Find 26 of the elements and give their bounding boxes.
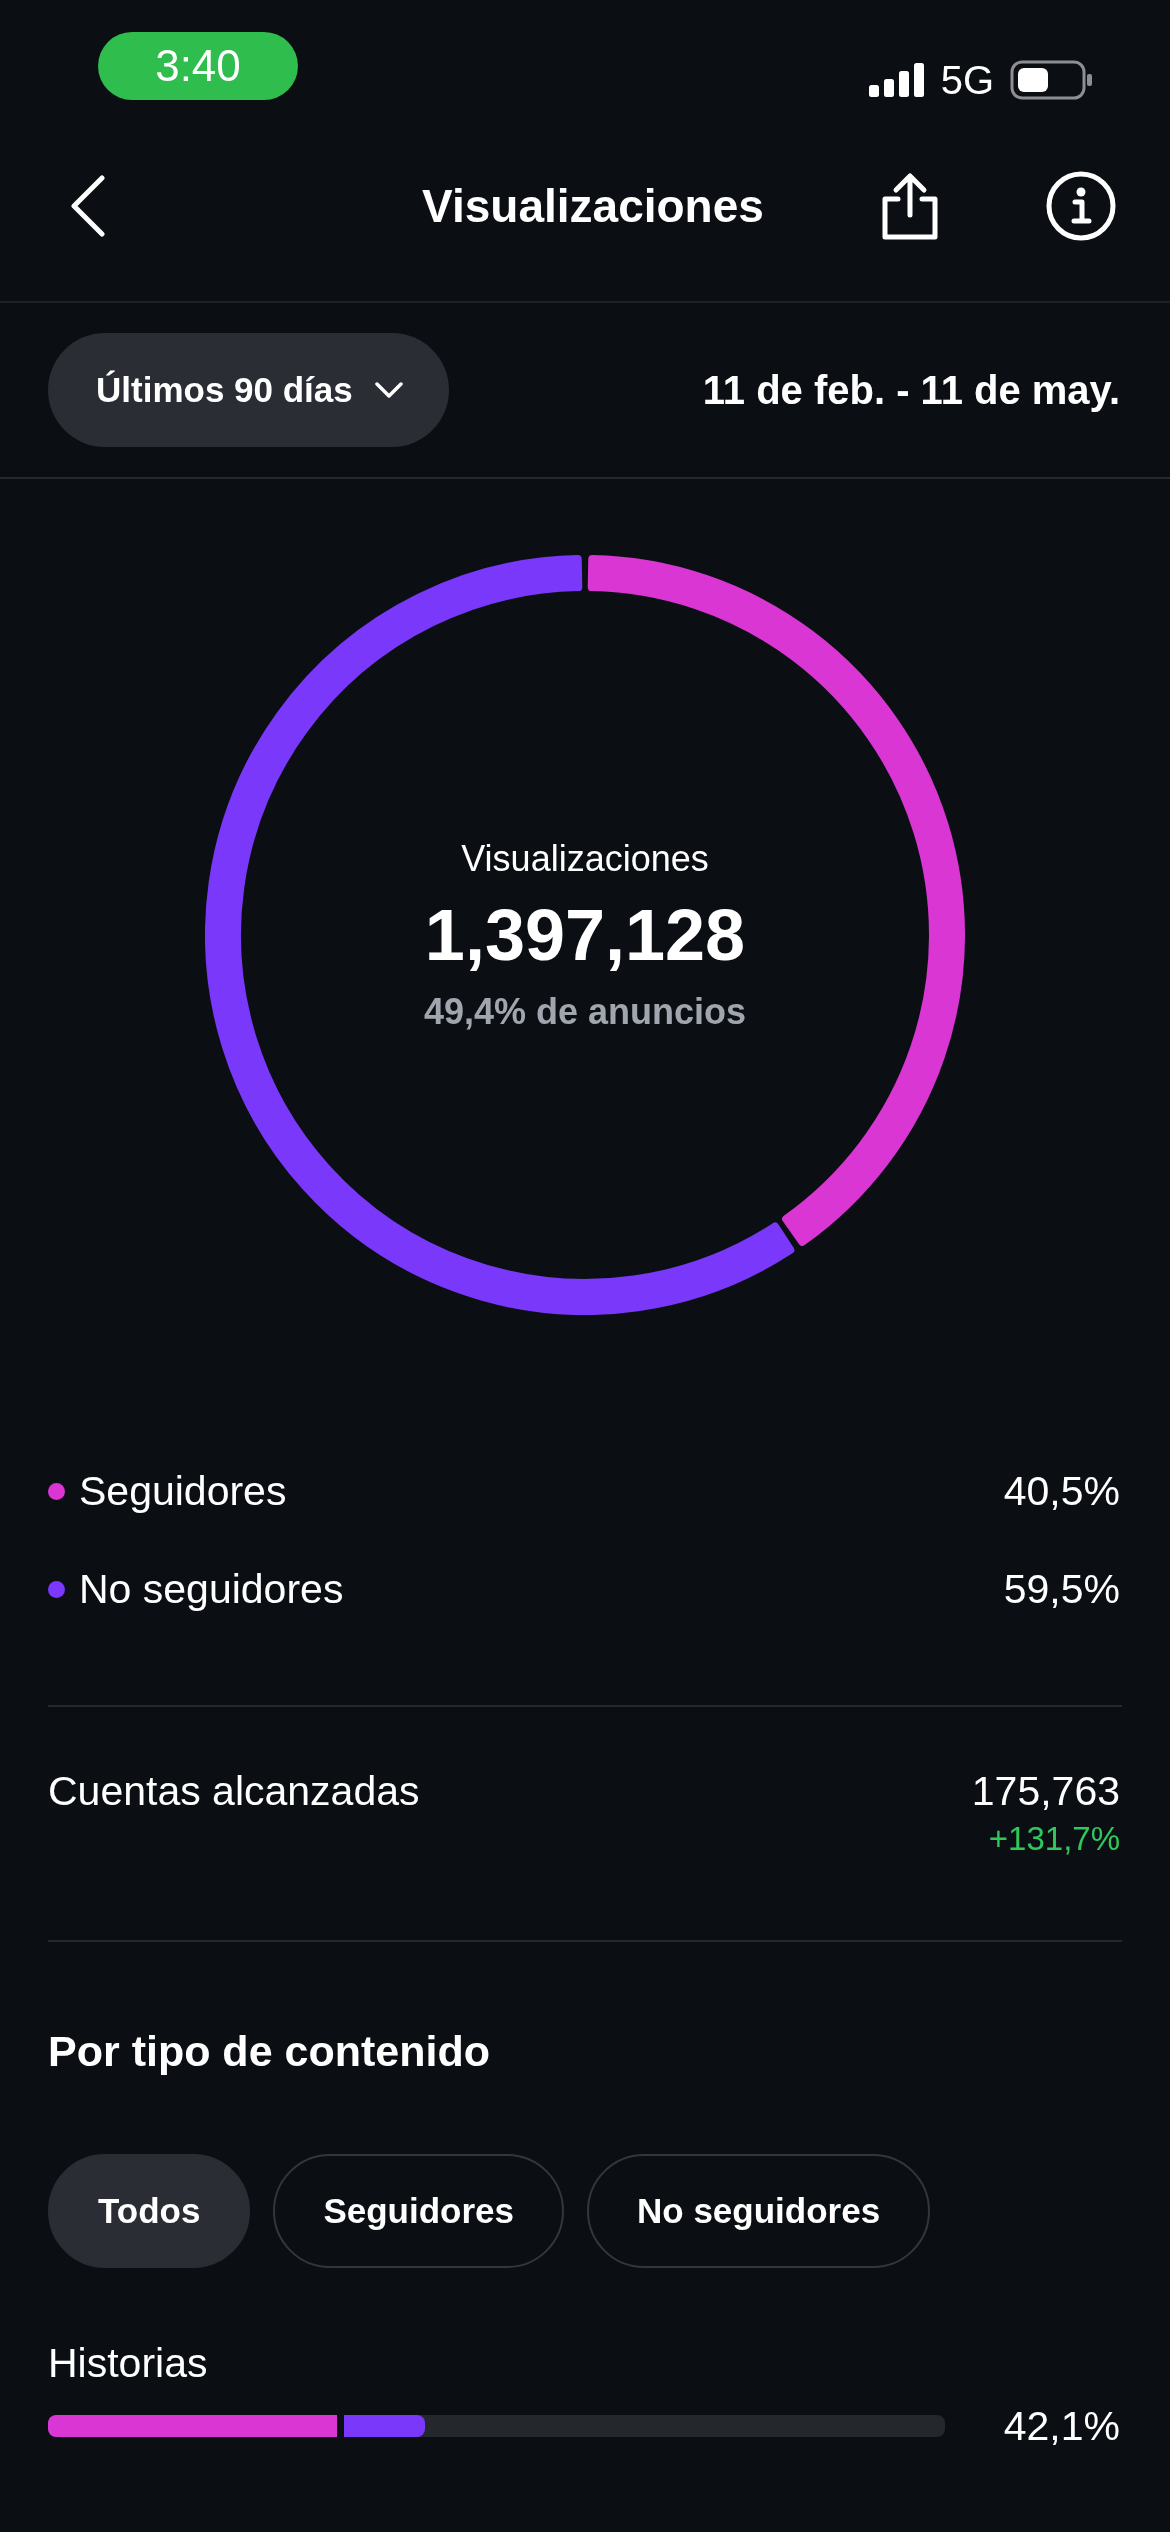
content-type-label: Historias [48, 2339, 209, 2388]
chart-title: Visualizaciones [461, 836, 709, 881]
metric-change: +131,7% [988, 1819, 1120, 1859]
metric-value: 175,763 [971, 1767, 1120, 1815]
network-label: 5G [940, 58, 994, 102]
legend-label: Seguidores [79, 1467, 287, 1515]
legend-value: 59,5% [1003, 1565, 1120, 1613]
signal-icon [868, 63, 925, 97]
legend-label: No seguidores [79, 1565, 344, 1613]
filter-chip[interactable]: Todos [48, 2154, 251, 2268]
chevron-down-icon [374, 382, 403, 398]
info-icon[interactable] [1046, 171, 1116, 241]
metric-label: Cuentas alcanzadas [48, 1767, 420, 1815]
date-range-dropdown[interactable]: Últimos 90 días [48, 333, 449, 447]
filter-chip[interactable]: No seguidores [587, 2154, 931, 2268]
back-icon[interactable] [70, 175, 106, 237]
page-title: Visualizaciones [422, 179, 764, 233]
section-title: Por tipo de contenido [48, 2026, 491, 2077]
status-time: 3:40 [98, 32, 298, 100]
legend-value: 40,5% [1003, 1467, 1120, 1515]
battery-icon [1010, 60, 1092, 100]
content-type-value: 42,1% [1003, 2402, 1120, 2450]
filter-chip[interactable]: Seguidores [273, 2154, 564, 2268]
ads-share: 49,4% de anuncios [423, 989, 747, 1034]
total-views: 1,397,128 [424, 893, 746, 977]
date-range-label: 11 de feb. - 11 de may. [702, 367, 1120, 413]
